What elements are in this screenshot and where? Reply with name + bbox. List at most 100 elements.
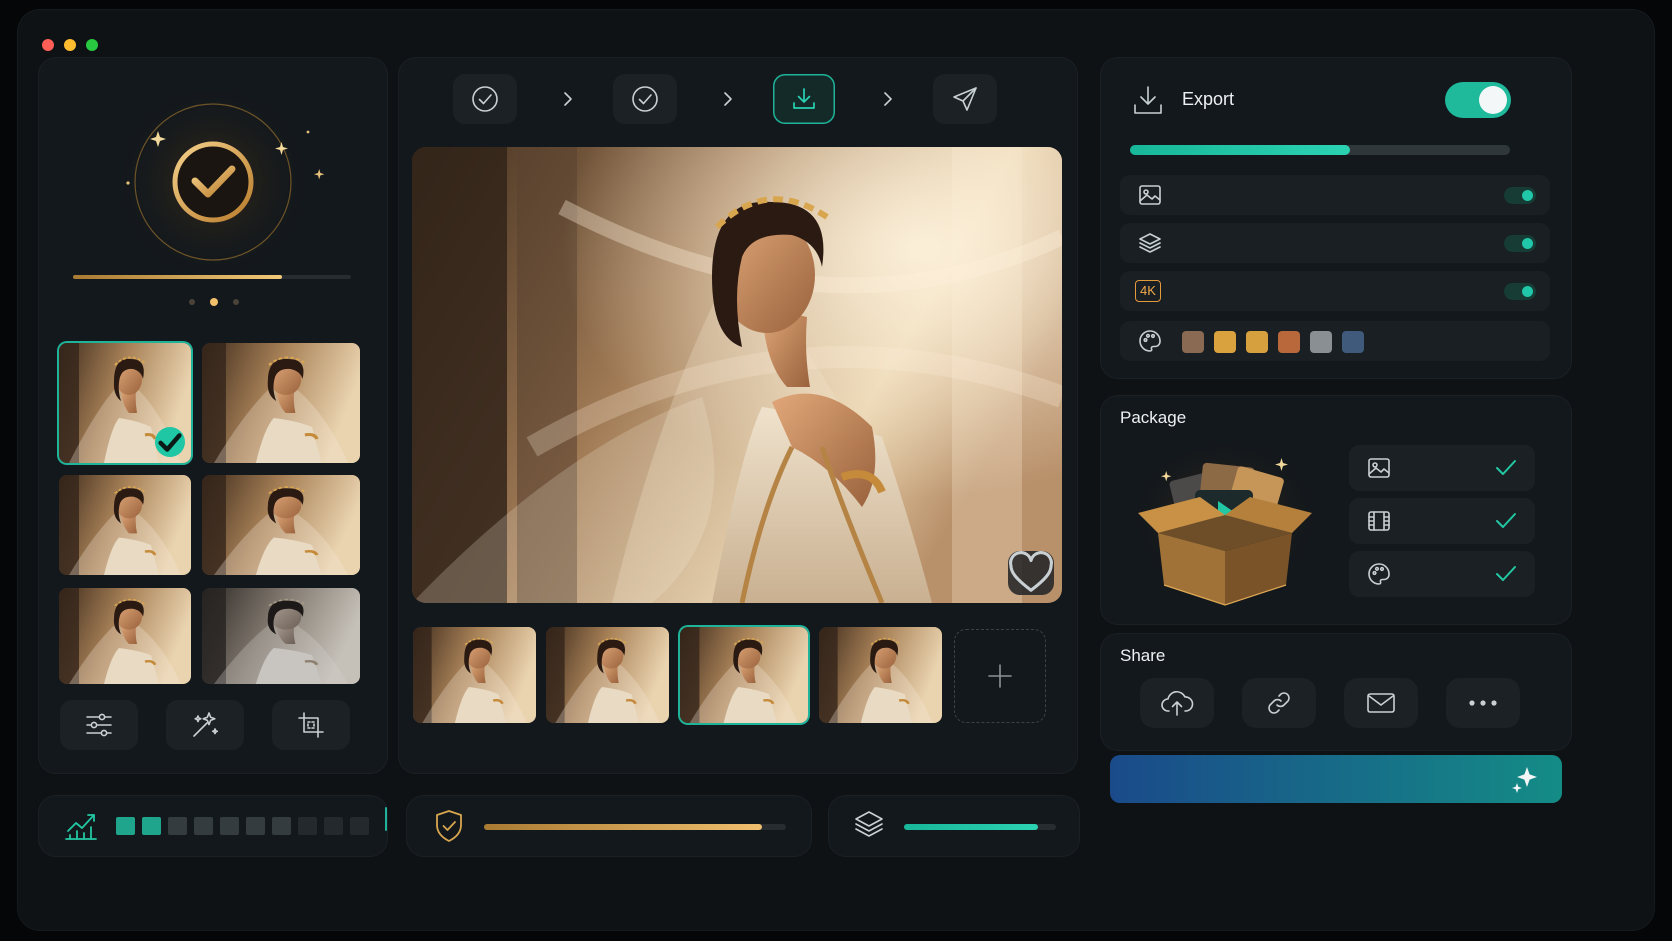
thumbnail-2[interactable] <box>202 343 360 463</box>
protection-track <box>484 824 786 830</box>
package-item-images[interactable] <box>1349 445 1535 491</box>
package-item-video[interactable] <box>1349 498 1535 544</box>
quality-block <box>298 817 317 835</box>
quality-meter <box>116 817 369 835</box>
check-circle-icon <box>472 86 498 112</box>
filmstrip-frame-1[interactable] <box>413 627 536 723</box>
gold-check-badge-icon <box>98 77 328 287</box>
thumbnail-1[interactable] <box>59 343 191 463</box>
protection-bar <box>406 795 812 857</box>
thumbnail-5[interactable] <box>59 588 191 684</box>
center-panel <box>398 57 1078 774</box>
chevron-right-icon <box>724 92 732 106</box>
chevron-right-icon <box>564 92 572 106</box>
export-progress-track <box>1130 145 1510 155</box>
quality-block <box>350 817 369 835</box>
quality-block <box>168 817 187 835</box>
toggle-knob <box>1479 86 1507 114</box>
quality-block <box>194 817 213 835</box>
step-export-active[interactable] <box>773 74 835 124</box>
thumbnail-6[interactable] <box>202 588 360 684</box>
magic-sparkle-icon <box>193 712 219 737</box>
thumbnail-3[interactable] <box>59 475 191 575</box>
carousel-dots <box>185 298 241 306</box>
export-panel: Export 4K <box>1100 57 1572 379</box>
shield-check-icon <box>436 810 462 842</box>
option-4k-toggle[interactable] <box>1504 283 1536 300</box>
quality-block-filled <box>116 817 135 835</box>
color-swatch[interactable] <box>1310 331 1332 353</box>
export-progress-fill <box>1130 145 1351 155</box>
plus-icon <box>988 664 1012 688</box>
step-review[interactable] <box>453 74 517 124</box>
check-circle-icon <box>632 86 658 112</box>
export-toggle[interactable] <box>1445 82 1511 118</box>
quality-block <box>324 817 343 835</box>
share-link-button[interactable] <box>1242 678 1316 728</box>
send-icon <box>953 87 977 111</box>
maximize-window-button[interactable] <box>86 39 98 51</box>
minimize-window-button[interactable] <box>64 39 76 51</box>
carousel-dot-active[interactable] <box>210 298 218 306</box>
open-box-media-icon <box>1130 435 1320 615</box>
close-window-button[interactable] <box>42 39 54 51</box>
adjust-button[interactable] <box>60 700 138 750</box>
cloud-upload-icon <box>1161 691 1194 716</box>
sparkle-icon <box>1512 767 1537 793</box>
color-swatch[interactable] <box>1278 331 1300 353</box>
left-panel <box>38 57 388 774</box>
heart-icon <box>1009 551 1053 592</box>
step-send[interactable] <box>933 74 997 124</box>
color-swatch[interactable] <box>1214 331 1236 353</box>
check-icon <box>1496 513 1516 528</box>
option-images[interactable] <box>1120 175 1550 215</box>
crop-button[interactable] <box>272 700 350 750</box>
palette-icon <box>1139 330 1161 352</box>
status-progress-fill <box>73 275 282 279</box>
carousel-dot[interactable] <box>189 299 195 305</box>
mail-icon <box>1367 693 1395 713</box>
share-cloud-button[interactable] <box>1140 678 1214 728</box>
protection-fill <box>484 824 762 830</box>
download-icon <box>1134 86 1162 114</box>
filmstrip-frame-4[interactable] <box>819 627 942 723</box>
carousel-dot[interactable] <box>233 299 239 305</box>
package-panel: Package <box>1100 395 1572 625</box>
workflow-stepper <box>453 74 998 124</box>
share-more-button[interactable] <box>1446 678 1520 728</box>
color-swatch[interactable] <box>1246 331 1268 353</box>
layers-fill <box>904 824 1038 830</box>
color-swatch[interactable] <box>1342 331 1364 353</box>
option-4k[interactable]: 4K <box>1120 271 1550 311</box>
check-badge-icon <box>155 427 185 457</box>
palette-row[interactable] <box>1120 321 1550 361</box>
add-frame-button[interactable] <box>954 629 1046 723</box>
share-mail-button[interactable] <box>1344 678 1418 728</box>
layers-icon <box>1139 233 1161 253</box>
filmstrip-frame-3[interactable] <box>680 627 808 723</box>
filmstrip-frame-2[interactable] <box>546 627 669 723</box>
option-images-toggle[interactable] <box>1504 187 1536 204</box>
palette-icon <box>1368 563 1390 585</box>
export-title: Export <box>1182 89 1235 109</box>
thumbnail-4[interactable] <box>202 475 360 575</box>
color-swatch[interactable] <box>1182 331 1204 353</box>
app-window: Export 4K Package Share <box>18 10 1654 930</box>
chevron-right-icon <box>884 92 892 106</box>
crop-icon <box>298 712 324 738</box>
step-approve[interactable] <box>613 74 677 124</box>
package-item-palette[interactable] <box>1349 551 1535 597</box>
4k-badge: 4K <box>1135 280 1161 302</box>
favorite-button[interactable] <box>1008 551 1054 595</box>
share-panel: Share <box>1100 633 1572 751</box>
layers-icon <box>855 811 883 837</box>
enhance-button[interactable] <box>166 700 244 750</box>
option-layers[interactable] <box>1120 223 1550 263</box>
option-layers-toggle[interactable] <box>1504 235 1536 252</box>
status-progress-track <box>73 275 351 279</box>
sliders-icon <box>86 713 112 737</box>
generate-button[interactable] <box>1110 755 1562 803</box>
main-preview-image[interactable] <box>412 147 1062 603</box>
film-icon <box>1368 511 1390 531</box>
image-icon <box>1139 185 1161 205</box>
